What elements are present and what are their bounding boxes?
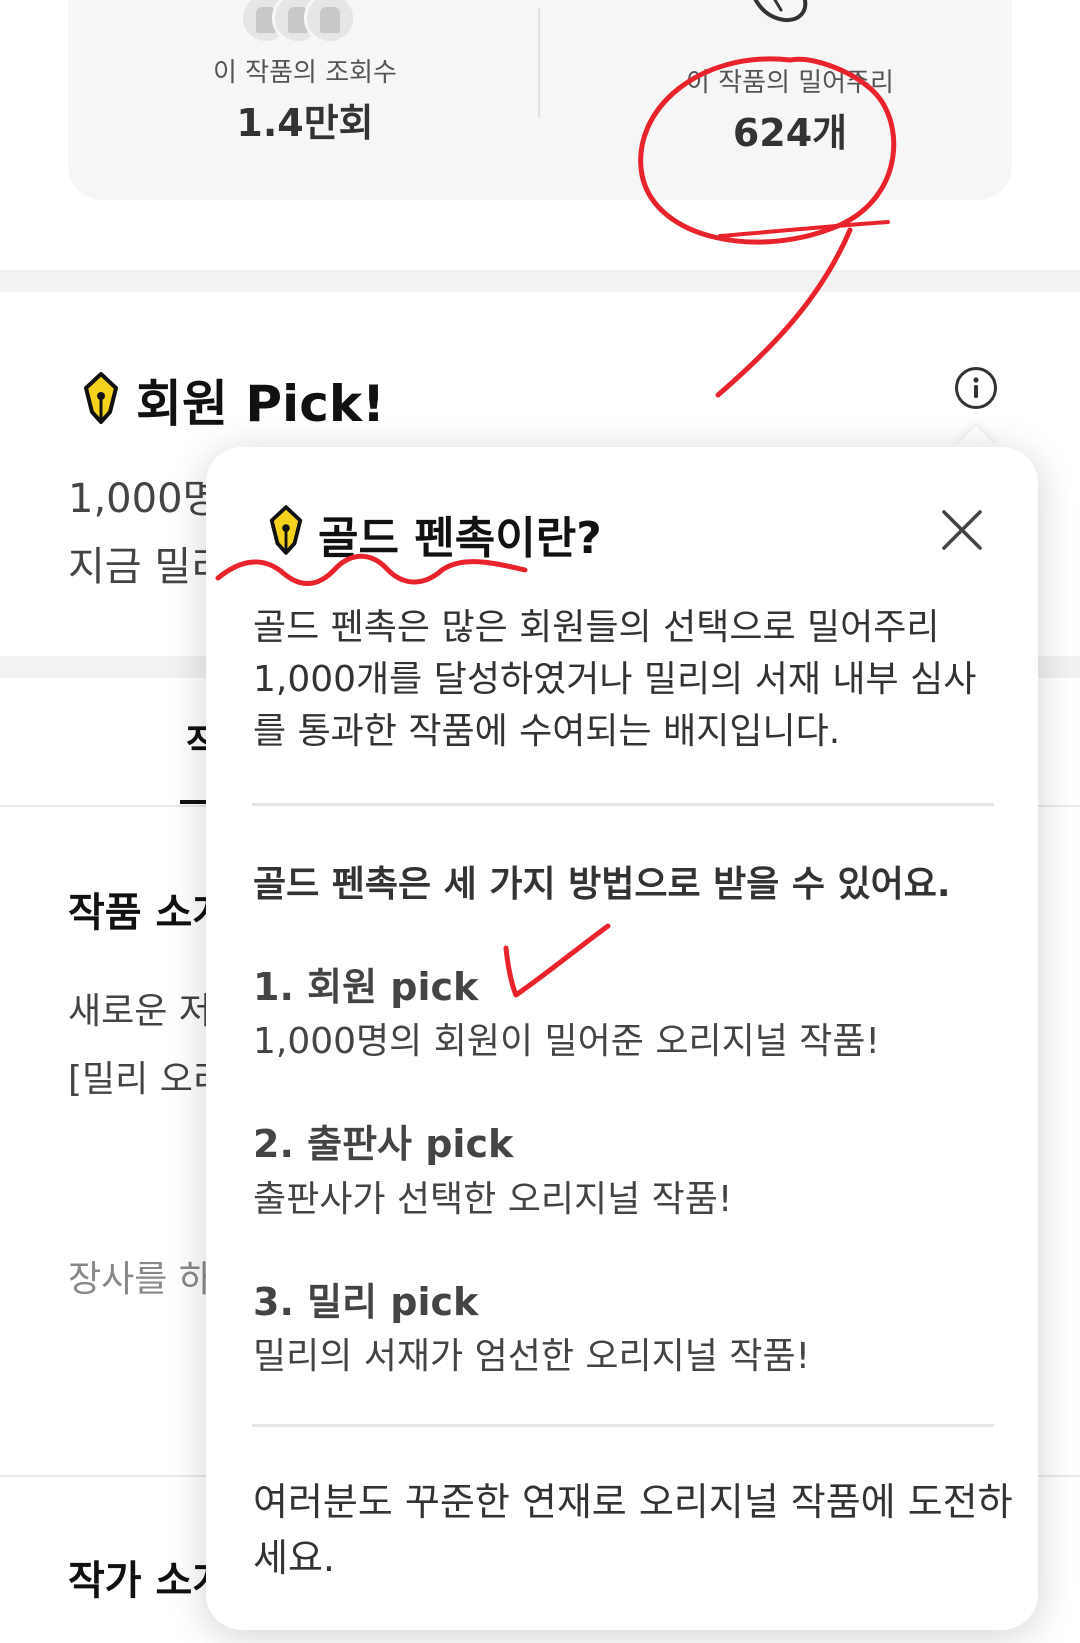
reader-avatars	[240, 0, 370, 44]
pick-description-line: 지금 밀리	[68, 544, 228, 590]
method-description: 밀리의 서재가 엄선한 오리지널 작품!	[253, 1336, 811, 1377]
views-value: 1.4만회	[236, 101, 374, 145]
popup-footer-line: 세요.	[253, 1536, 335, 1580]
close-icon[interactable]	[940, 508, 984, 552]
author-section-title: 작가 소개	[68, 1558, 230, 1604]
popup-description-line: 골드 펜촉은 많은 회원들의 선택으로 밀어주리	[253, 607, 940, 648]
popup-title: 골드 펜촉이란?	[318, 513, 602, 564]
info-icon[interactable]	[955, 367, 997, 409]
method-title: 3. 밀리 pick	[253, 1280, 479, 1324]
pick-section-title: 회원 Pick!	[136, 375, 385, 433]
popup-divider	[252, 1424, 994, 1427]
avatar	[304, 0, 356, 44]
method-title: 1. 회원 pick	[253, 965, 479, 1009]
popup-footer-line: 여러분도 꾸준한 연재로 오리지널 작품에 도전하	[253, 1480, 1013, 1524]
intro-line: [밀리 오리	[68, 1059, 226, 1100]
views-label: 이 작품의 조회수	[213, 58, 397, 88]
gold-pen-nib-icon	[269, 505, 303, 555]
method-description: 출판사가 선택한 오리지널 작품!	[253, 1179, 733, 1220]
popup-description-line: 를 통과한 작품에 수여되는 배지입니다.	[253, 711, 841, 752]
pick-description-line: 1,000명	[68, 476, 220, 522]
stats-divider	[538, 8, 540, 118]
intro-muted-line: 장사를 하	[68, 1259, 212, 1300]
intro-line: 새로운 저	[68, 991, 212, 1032]
popup-description-line: 1,000개를 달성하였거나 밀리의 서재 내부 심사	[253, 659, 977, 700]
intro-section-title: 작품 소개	[68, 890, 230, 936]
likes-label: 이 작품의 밀어주리	[686, 68, 894, 98]
method-description: 1,000명의 회원이 밀어준 오리지널 작품!	[253, 1021, 880, 1062]
hand-icon	[753, 0, 808, 23]
methods-heading: 골드 펜촉은 세 가지 방법으로 받을 수 있어요.	[253, 864, 951, 905]
method-title: 2. 출판사 pick	[253, 1122, 514, 1166]
popup-divider	[252, 803, 994, 806]
section-separator	[0, 270, 1080, 292]
gold-pen-nib-icon	[84, 372, 118, 424]
likes-value: 624개	[732, 111, 848, 155]
